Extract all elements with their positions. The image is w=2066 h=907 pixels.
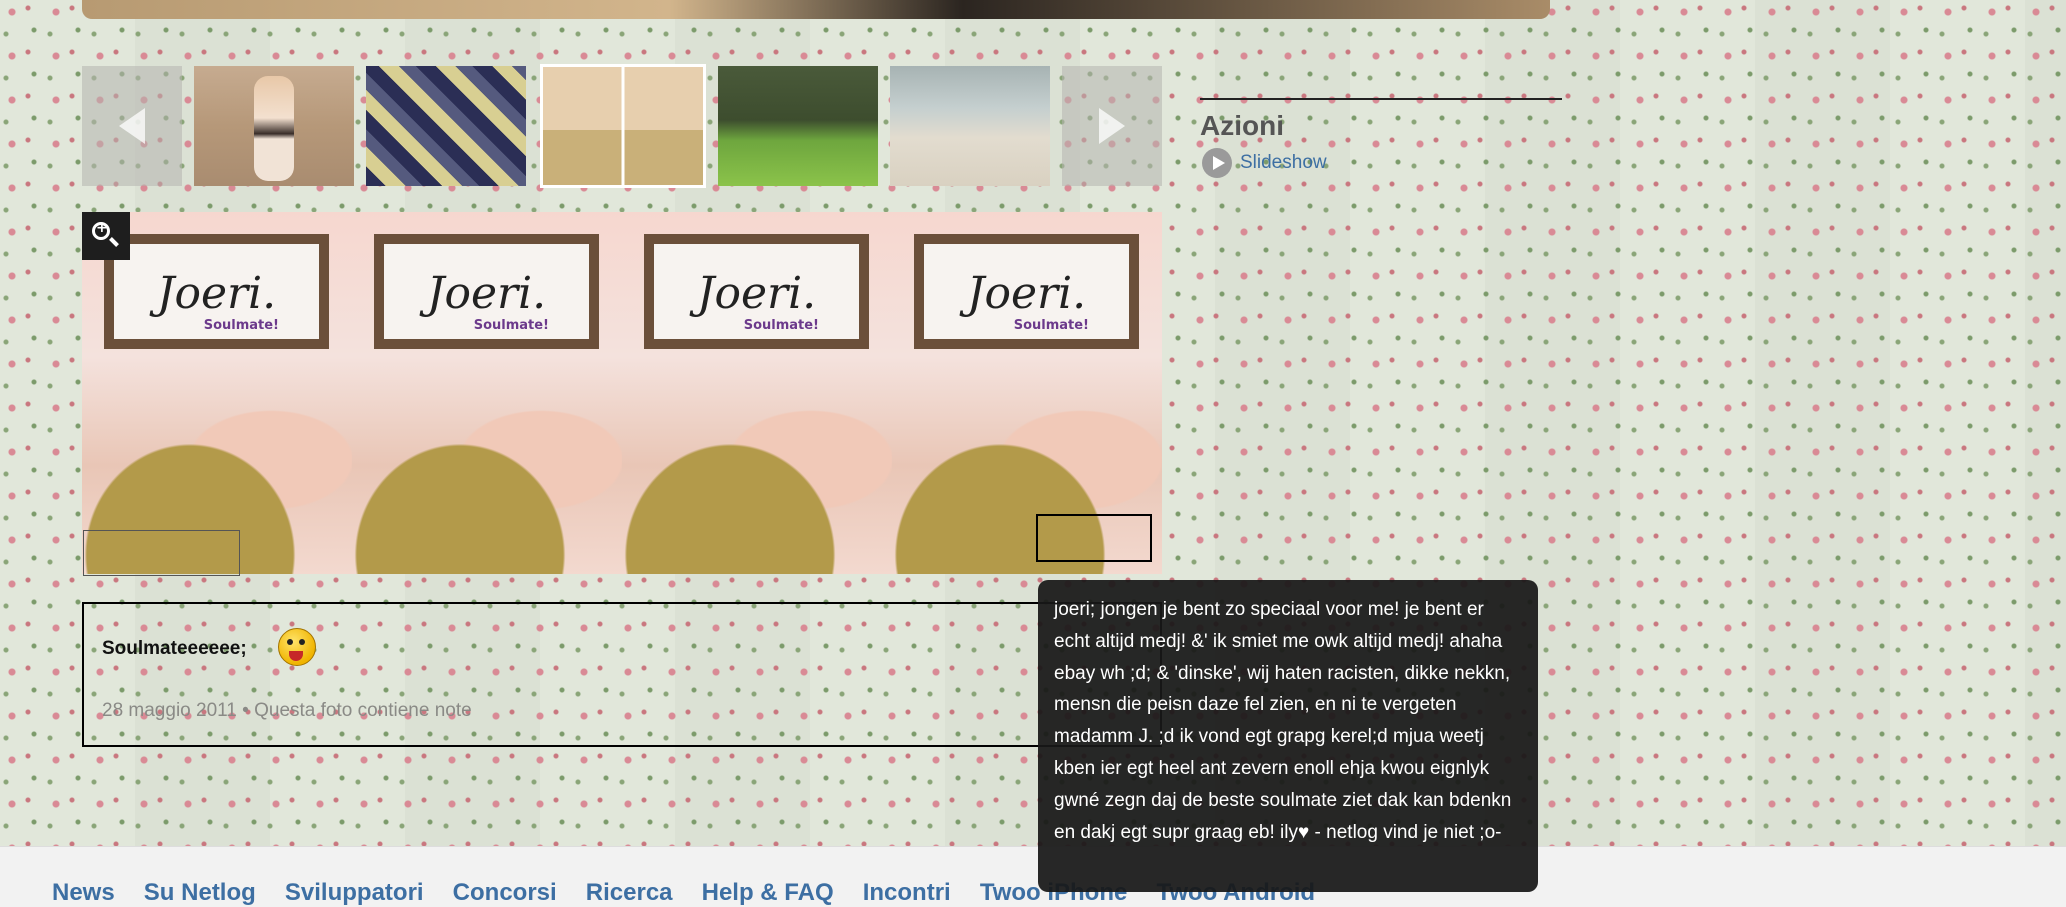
sign-subtext: Soulmate! [1013,318,1089,333]
caption-title: Soulmateeeeee; [102,638,247,659]
footer-link-ricerca[interactable]: Ricerca [586,879,673,907]
thumbnail-5[interactable] [890,66,1050,186]
photo-subject [622,384,892,574]
footer-link-su-netlog[interactable]: Su Netlog [144,879,256,907]
thumbnail-1[interactable] [194,66,354,186]
photo-sign: Joeri. Soulmate! [374,234,599,349]
slideshow-link[interactable]: Slideshow [1240,152,1327,174]
divider [1200,98,1562,100]
thumbnail-2[interactable] [366,66,526,186]
smiley-emoticon-icon [278,628,316,666]
sign-subtext: Soulmate! [473,318,549,333]
photo-subject [352,384,622,574]
note-text: joeri; jongen je bent zo speciaal voor m… [1054,599,1512,843]
photo-sign: Joeri. Soulmate! [644,234,869,349]
photo-sign: Joeri. Soulmate! [104,234,329,349]
sign-text: Joeri. [156,268,277,319]
zoom-in-icon [92,220,110,240]
photo-date: 28 maggio 2011 [102,700,237,721]
profile-banner-image [82,0,1550,19]
next-arrow-button[interactable] [1062,66,1162,186]
sign-subtext: Soulmate! [743,318,819,333]
actions-panel: Azioni Slideshow [1200,98,1562,180]
footer-link-sviluppatori[interactable]: Sviluppatori [285,879,424,907]
zoom-icon-handle [109,237,119,247]
play-icon[interactable] [1202,148,1232,178]
zoom-button[interactable] [82,212,130,260]
photo-panel: Joeri. Soulmate! [622,212,892,574]
caption-meta: 28 maggio 2011 • Questa foto contiene no… [102,700,472,722]
sign-text: Joeri. [426,268,547,319]
prev-arrow-button[interactable] [82,66,182,186]
photo-note-tooltip: joeri; jongen je bent zo speciaal voor m… [1038,580,1538,892]
sign-text: Joeri. [696,268,817,319]
actions-title: Azioni [1200,110,1284,141]
photo-note-area[interactable] [83,530,240,576]
chevron-right-icon [1099,108,1125,144]
photo-panel: Joeri. Soulmate! [82,212,352,574]
photo-panel: Joeri. Soulmate! [352,212,622,574]
meta-separator: • [242,700,249,721]
sign-subtext: Soulmate! [203,318,279,333]
photo-caption: Soulmateeeeee; 28 maggio 2011 • Questa f… [82,602,1162,747]
photo-notes-label: Questa foto contiene note [254,700,472,721]
chevron-left-icon [119,108,145,144]
main-photo[interactable]: Joeri. Soulmate! Joeri. Soulmate! Joeri.… [82,212,1162,574]
footer-link-help-faq[interactable]: Help & FAQ [702,879,834,907]
sign-text: Joeri. [966,268,1087,319]
thumbnail-3-selected[interactable] [540,64,706,188]
footer-link-incontri[interactable]: Incontri [863,879,951,907]
thumbnail-strip [82,64,1162,188]
photo-sign: Joeri. Soulmate! [914,234,1139,349]
thumbnail-4[interactable] [718,66,878,186]
slideshow-action[interactable]: Slideshow [1200,148,1562,180]
footer: News Su Netlog Sviluppatori Concorsi Ric… [0,846,2066,907]
photo-note-area-active[interactable] [1036,514,1152,562]
footer-link-news[interactable]: News [52,879,115,907]
footer-link-concorsi[interactable]: Concorsi [453,879,557,907]
